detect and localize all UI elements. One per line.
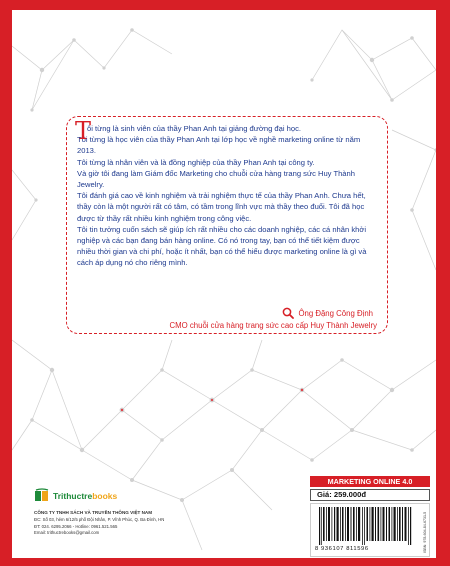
publisher-phone: ĐT: 024. 6295.2066 - Hotline: 0961.521.5… bbox=[34, 523, 118, 529]
barcode-area: 8 936107 811596 ISBN: 978-604-84-6731-5 bbox=[310, 503, 430, 557]
barcode bbox=[319, 507, 412, 545]
publisher-brand: Trithuctrebooks bbox=[53, 491, 118, 501]
testimonial-paragraph: Tôi từng là học viên của thầy Phan Anh t… bbox=[77, 135, 361, 156]
barcode-number: 8 936107 811596 bbox=[315, 546, 369, 552]
publisher-info: CÔNG TY TNHH SÁCH VÀ TRUYỀN THÔNG VIỆT N… bbox=[34, 510, 164, 537]
publisher-company: CÔNG TY TNHH SÁCH VÀ TRUYỀN THÔNG VIỆT N… bbox=[34, 510, 153, 515]
testimonial-paragraph: Tôi đánh giá cao về kinh nghiệm và trải … bbox=[77, 191, 366, 223]
book-logo-icon bbox=[35, 488, 49, 501]
price-label: Giá: 259.000đ bbox=[310, 489, 430, 501]
search-icon bbox=[283, 307, 295, 319]
publisher-logo: Trithuctrebooks bbox=[34, 488, 117, 504]
isbn-text: ISBN: 978-604-84-6731-5 bbox=[423, 511, 427, 553]
publisher-email: Email: trithuctrebooks@gmail.com bbox=[34, 530, 100, 536]
publisher-address: ĐC: Số 03, hẻm 6/12/5 phố Đội Nhân, P. V… bbox=[34, 516, 165, 522]
testimonial-paragraph: Tôi tin tưởng cuốn sách sẽ giúp ích rất … bbox=[77, 224, 367, 268]
testimonial-paragraph: Tôi từng là nhân viên và là đồng nghiệp … bbox=[77, 157, 315, 167]
signature-name: Ông Đặng Công Định bbox=[298, 308, 373, 318]
testimonial-box: T ôi từng là sinh viên của thầy Phan Anh… bbox=[66, 116, 388, 334]
product-info-block: MARKETING ONLINE 4.0 Giá: 259.000đ 8 936… bbox=[310, 476, 430, 557]
signature-row: Ông Đặng Công Định bbox=[282, 307, 373, 319]
series-title: MARKETING ONLINE 4.0 bbox=[310, 476, 430, 487]
book-back-cover: T ôi từng là sinh viên của thầy Phan Anh… bbox=[12, 10, 436, 558]
testimonial-paragraph: ôi từng là sinh viên của thầy Phan Anh t… bbox=[87, 124, 301, 133]
drop-cap: T bbox=[75, 117, 92, 145]
signature-title: CMO chuỗi cửa hàng trang sức cao cấp Huy… bbox=[169, 321, 377, 330]
testimonial-paragraph: Và giờ tôi đang làm Giám đốc Marketing c… bbox=[77, 168, 355, 190]
